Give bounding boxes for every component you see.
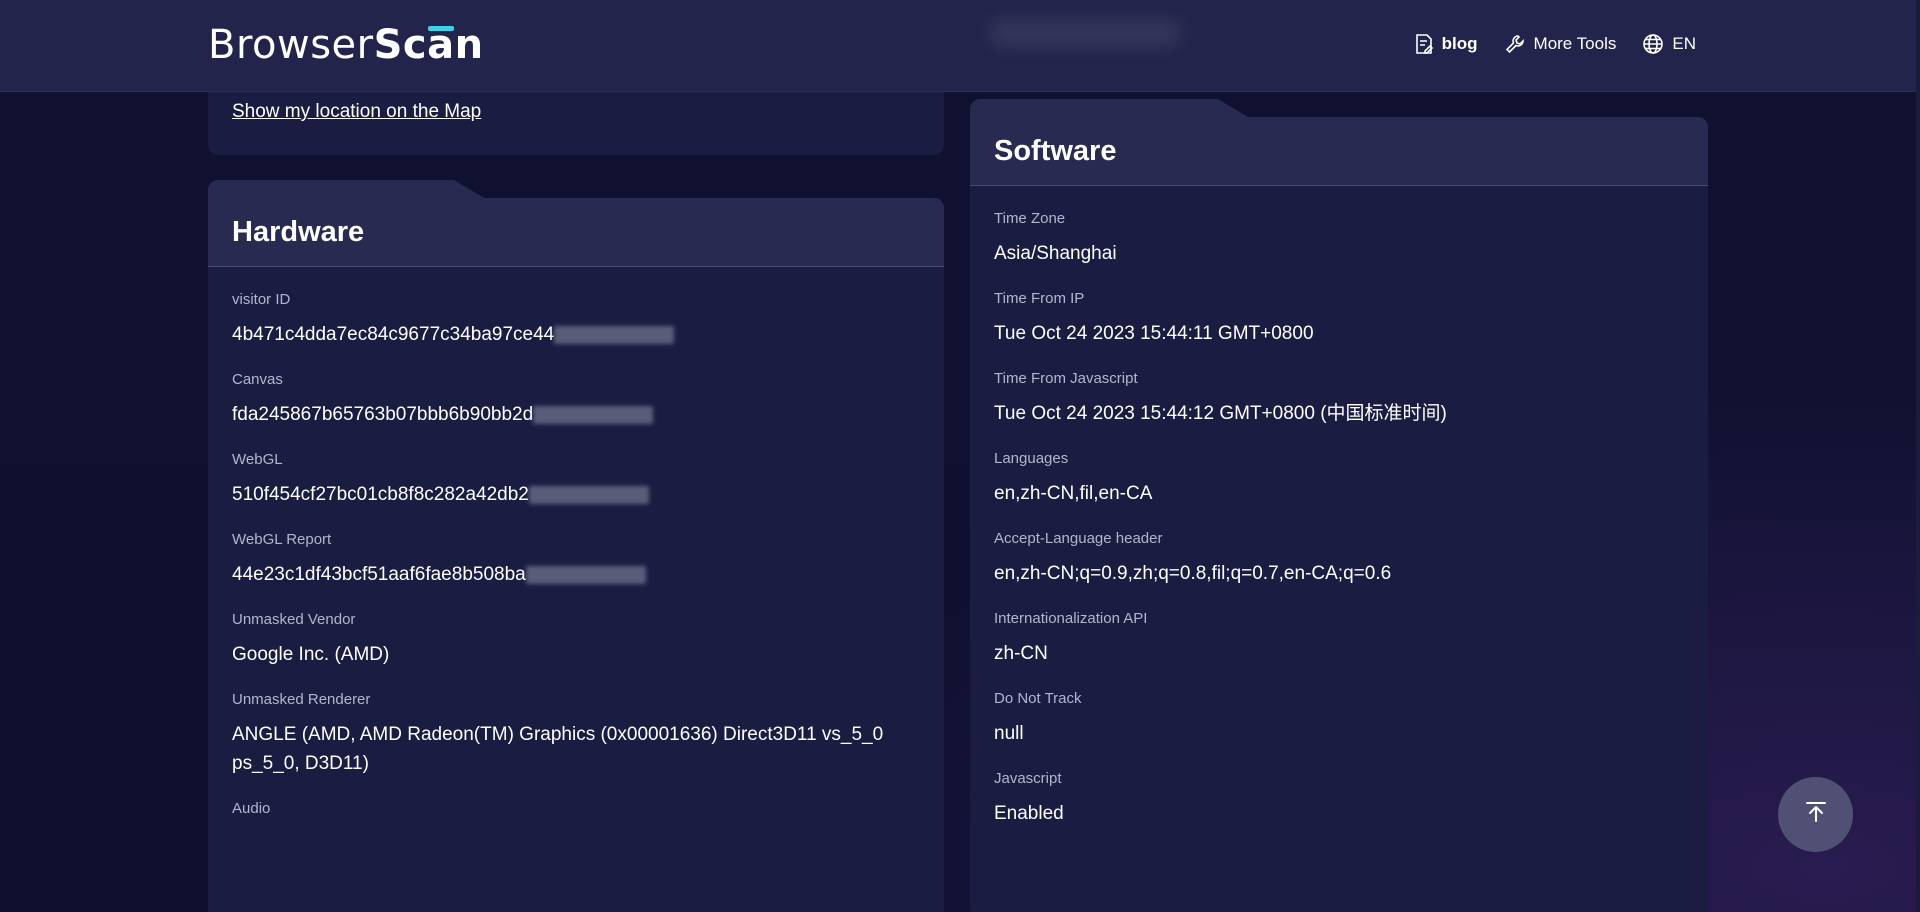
field-webgl-report: WebGL Report 44e23c1df43bcf51aaf6fae8b50… bbox=[232, 531, 920, 589]
top-navbar: Browser Scan blog More Tools EN bbox=[0, 0, 1916, 92]
field-value: ANGLE (AMD, AMD Radeon(TM) Graphics (0x0… bbox=[232, 724, 884, 774]
field-audio: Audio bbox=[232, 800, 920, 817]
field-accept-language: Accept-Language header en,zh-CN;q=0.9,zh… bbox=[994, 530, 1684, 588]
field-time-zone: Time Zone Asia/Shanghai bbox=[994, 210, 1684, 268]
field-value: 510f454cf27bc01cb8f8c282a42db2 bbox=[232, 480, 920, 509]
field-label: Do Not Track bbox=[994, 690, 1082, 707]
field-label: Accept-Language header bbox=[994, 530, 1163, 547]
blurred-placeholder bbox=[990, 18, 1180, 48]
hardware-body: visitor ID 4b471c4dda7ec84c9677c34ba97ce… bbox=[208, 267, 944, 817]
field-label: visitor ID bbox=[232, 291, 291, 308]
nav-blog-link[interactable]: blog bbox=[1414, 33, 1478, 55]
hardware-section-header: Hardware bbox=[208, 180, 944, 267]
field-label: Unmasked Vendor bbox=[232, 611, 356, 628]
redacted-blur bbox=[525, 565, 646, 584]
redacted-blur bbox=[533, 405, 654, 424]
field-javascript: Javascript Enabled bbox=[994, 770, 1684, 828]
hardware-section: Hardware visitor ID 4b471c4dda7ec84c9677… bbox=[208, 180, 944, 912]
logo-text-light: Browser bbox=[208, 22, 374, 68]
field-value: 4b471c4dda7ec84c9677c34ba97ce44 bbox=[232, 320, 920, 349]
field-label: Time From IP bbox=[994, 290, 1085, 307]
nav-menu: blog More Tools EN bbox=[1414, 33, 1696, 55]
globe-icon bbox=[1642, 33, 1664, 55]
page-scrollbar[interactable] bbox=[1916, 0, 1920, 912]
nav-language-selector[interactable]: EN bbox=[1642, 33, 1696, 55]
field-value: zh-CN bbox=[994, 643, 1048, 664]
field-value: en,zh-CN,fil,en-CA bbox=[994, 483, 1153, 504]
nav-language-label: EN bbox=[1672, 34, 1696, 53]
software-section: Software Time Zone Asia/Shanghai Time Fr… bbox=[970, 99, 1708, 912]
nav-blog-label: blog bbox=[1441, 34, 1478, 53]
nav-more-tools-link[interactable]: More Tools bbox=[1504, 33, 1617, 55]
field-time-from-javascript: Time From Javascript Tue Oct 24 2023 15:… bbox=[994, 370, 1684, 428]
field-value: null bbox=[994, 723, 1024, 744]
logo-accent-bar bbox=[427, 26, 454, 31]
field-label: Canvas bbox=[232, 371, 283, 388]
field-value: en,zh-CN;q=0.9,zh;q=0.8,fil;q=0.7,en-CA;… bbox=[994, 563, 1392, 584]
redacted-blur bbox=[528, 485, 649, 504]
field-label: Internationalization API bbox=[994, 610, 1148, 627]
field-value: Tue Oct 24 2023 15:44:11 GMT+0800 bbox=[994, 323, 1314, 344]
field-do-not-track: Do Not Track null bbox=[994, 690, 1684, 748]
field-label: Audio bbox=[232, 800, 271, 817]
field-value-text: 44e23c1df43bcf51aaf6fae8b508ba bbox=[232, 564, 526, 585]
field-value: Asia/Shanghai bbox=[994, 243, 1117, 264]
field-languages: Languages en,zh-CN,fil,en-CA bbox=[994, 450, 1684, 508]
browserscan-logo[interactable]: Browser Scan bbox=[208, 22, 484, 68]
field-value: Google Inc. (AMD) bbox=[232, 644, 390, 665]
field-value-text: fda245867b65763b07bbb6b90bb2d bbox=[232, 404, 534, 425]
hardware-tab-decoration bbox=[208, 180, 484, 198]
field-label: WebGL Report bbox=[232, 531, 332, 548]
nav-more-tools-label: More Tools bbox=[1533, 34, 1617, 53]
software-body: Time Zone Asia/Shanghai Time From IP Tue… bbox=[970, 186, 1708, 828]
software-title: Software bbox=[994, 135, 1117, 167]
field-unmasked-vendor: Unmasked Vendor Google Inc. (AMD) bbox=[232, 611, 920, 669]
software-section-header: Software bbox=[970, 99, 1708, 186]
logo-text-bold: Scan bbox=[374, 22, 484, 68]
field-value: Tue Oct 24 2023 15:44:12 GMT+0800 (中国标准时… bbox=[994, 403, 1447, 424]
show-location-map-link[interactable]: Show my location on the Map bbox=[232, 101, 481, 123]
redacted-blur bbox=[554, 325, 675, 344]
field-visitor-id: visitor ID 4b471c4dda7ec84c9677c34ba97ce… bbox=[232, 291, 920, 349]
field-label: Languages bbox=[994, 450, 1069, 467]
document-pen-icon bbox=[1414, 33, 1434, 55]
field-intl-api: Internationalization API zh-CN bbox=[994, 610, 1684, 668]
software-tab-decoration bbox=[970, 99, 1248, 117]
page: Browser Scan blog More Tools EN Show my … bbox=[0, 0, 1920, 912]
field-label: Unmasked Renderer bbox=[232, 691, 371, 708]
field-label: Javascript bbox=[994, 770, 1062, 787]
field-value: fda245867b65763b07bbb6b90bb2d bbox=[232, 400, 920, 429]
arrow-up-to-line-icon bbox=[1803, 799, 1829, 830]
back-to-top-button[interactable] bbox=[1778, 777, 1853, 852]
field-webgl: WebGL 510f454cf27bc01cb8f8c282a42db2 bbox=[232, 451, 920, 509]
field-time-from-ip: Time From IP Tue Oct 24 2023 15:44:11 GM… bbox=[994, 290, 1684, 348]
wrench-icon bbox=[1504, 33, 1526, 55]
field-value-text: 510f454cf27bc01cb8f8c282a42db2 bbox=[232, 484, 529, 505]
field-label: Time Zone bbox=[994, 210, 1066, 227]
field-canvas: Canvas fda245867b65763b07bbb6b90bb2d bbox=[232, 371, 920, 429]
field-value: Enabled bbox=[994, 803, 1064, 824]
field-value-text: 4b471c4dda7ec84c9677c34ba97ce44 bbox=[232, 324, 555, 345]
field-value: 44e23c1df43bcf51aaf6fae8b508ba bbox=[232, 560, 920, 589]
field-unmasked-renderer: Unmasked Renderer ANGLE (AMD, AMD Radeon… bbox=[232, 691, 920, 778]
hardware-title: Hardware bbox=[232, 216, 365, 248]
field-label: Time From Javascript bbox=[994, 370, 1138, 387]
field-label: WebGL bbox=[232, 451, 283, 468]
